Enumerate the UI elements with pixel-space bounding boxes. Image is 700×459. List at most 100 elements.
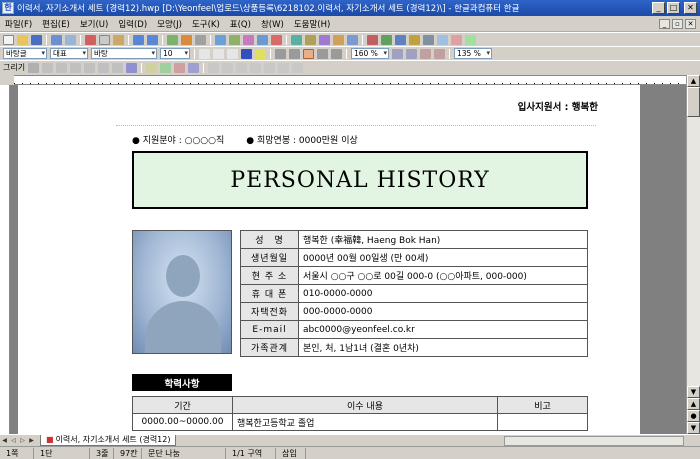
- menu-tools[interactable]: 도구(K): [187, 18, 225, 30]
- group-icon[interactable]: [208, 62, 220, 73]
- page-number-icon[interactable]: [347, 34, 358, 45]
- select-browse-button[interactable]: ●: [687, 410, 700, 422]
- status-insert-mode[interactable]: 삽입: [276, 447, 306, 459]
- numbering-icon[interactable]: [434, 48, 445, 59]
- maximize-button[interactable]: □: [667, 2, 680, 14]
- doc-restore-button[interactable]: ▫: [672, 18, 683, 29]
- find-icon[interactable]: [167, 34, 178, 45]
- document-tab[interactable]: ■ 이력서, 자기소개서 세트 (경력12): [40, 435, 177, 446]
- zoom-icon[interactable]: [395, 34, 406, 45]
- info-value[interactable]: abc0000@yeonfeel.co.kr: [298, 320, 588, 339]
- vertical-ruler[interactable]: [0, 85, 10, 434]
- last-tab-button[interactable]: ▶: [27, 436, 36, 445]
- paste-icon[interactable]: [113, 34, 124, 45]
- bookmark-icon[interactable]: [305, 34, 316, 45]
- picture-icon[interactable]: [243, 34, 254, 45]
- close-button[interactable]: ✕: [684, 2, 697, 14]
- scroll-down-button[interactable]: ▼: [687, 386, 700, 398]
- pen-icon[interactable]: [126, 62, 138, 73]
- options-icon[interactable]: [409, 34, 420, 45]
- menu-edit[interactable]: 편집(E): [37, 18, 75, 30]
- fill-color-icon[interactable]: [160, 62, 172, 73]
- minimize-button[interactable]: _: [652, 2, 665, 14]
- align-right-icon[interactable]: [317, 48, 328, 59]
- form-icon[interactable]: [437, 34, 448, 45]
- line-style-icon[interactable]: [188, 62, 200, 73]
- print-preview-icon[interactable]: [65, 34, 76, 45]
- textart-icon[interactable]: [146, 62, 158, 73]
- edu-content[interactable]: 행복한고등학교 졸업: [232, 413, 498, 431]
- arc-icon[interactable]: [84, 62, 96, 73]
- underline-icon[interactable]: [227, 48, 238, 59]
- macro-icon[interactable]: [423, 34, 434, 45]
- memo-icon[interactable]: [451, 34, 462, 45]
- horizontal-ruler[interactable]: [14, 75, 686, 85]
- menu-table[interactable]: 표(Q): [225, 18, 256, 30]
- next-tab-button[interactable]: ▷: [18, 436, 27, 445]
- menu-view[interactable]: 보기(U): [75, 18, 114, 30]
- open-folder-icon[interactable]: [17, 34, 28, 45]
- menu-help[interactable]: 도움말(H): [289, 18, 335, 30]
- menu-file[interactable]: 파일(F): [0, 18, 37, 30]
- shape-icon[interactable]: [271, 34, 282, 45]
- align-objects-icon[interactable]: [292, 62, 304, 73]
- style-combo[interactable]: 바탕글: [3, 48, 47, 59]
- new-document-icon[interactable]: [3, 34, 14, 45]
- track-changes-icon[interactable]: [465, 34, 476, 45]
- edu-period[interactable]: 0000.00~0000.00: [132, 413, 233, 431]
- select-arrow-icon[interactable]: [28, 62, 40, 73]
- font-combo[interactable]: 바탕: [91, 48, 157, 59]
- info-value[interactable]: 본인, 처, 1남1녀 (결혼 0년차): [298, 338, 588, 357]
- line-icon[interactable]: [42, 62, 54, 73]
- replace-icon[interactable]: [181, 34, 192, 45]
- font-color-icon[interactable]: [241, 48, 252, 59]
- footnote-icon[interactable]: [319, 34, 330, 45]
- zoom-combo[interactable]: 135 %: [454, 48, 492, 59]
- line-spacing-combo[interactable]: 160 %: [351, 48, 389, 59]
- horizontal-scrollbar[interactable]: [504, 435, 684, 446]
- header-icon[interactable]: [333, 34, 344, 45]
- undo-icon[interactable]: [133, 34, 144, 45]
- save-icon[interactable]: [31, 34, 42, 45]
- doc-close-button[interactable]: ✕: [685, 18, 696, 29]
- app-icon[interactable]: 한: [2, 2, 14, 14]
- copy-icon[interactable]: [99, 34, 110, 45]
- ellipse-icon[interactable]: [70, 62, 82, 73]
- info-value[interactable]: 서울시 ○○구 ○○로 00길 000-0 (○○아파트, 000-000): [298, 266, 588, 285]
- flip-icon[interactable]: [278, 62, 290, 73]
- prev-page-button[interactable]: ▲: [687, 398, 700, 410]
- info-value[interactable]: 0000년 00월 00일생 (만 00세): [298, 248, 588, 267]
- print-icon[interactable]: [51, 34, 62, 45]
- outdent-icon[interactable]: [406, 48, 417, 59]
- rotate-icon[interactable]: [264, 62, 276, 73]
- prev-tab-button[interactable]: ◁: [9, 436, 18, 445]
- rectangle-icon[interactable]: [56, 62, 68, 73]
- scroll-up-button[interactable]: ▲: [687, 75, 700, 87]
- edu-note[interactable]: [497, 413, 588, 431]
- italic-icon[interactable]: [213, 48, 224, 59]
- menu-format[interactable]: 모양(J): [152, 18, 187, 30]
- table-icon[interactable]: [215, 34, 226, 45]
- first-tab-button[interactable]: ◀: [0, 436, 9, 445]
- info-value[interactable]: 000-0000-0000: [298, 302, 588, 321]
- spellcheck-icon[interactable]: [195, 34, 206, 45]
- style-icon[interactable]: [367, 34, 378, 45]
- curve-icon[interactable]: [112, 62, 124, 73]
- menu-window[interactable]: 창(W): [256, 18, 289, 30]
- next-page-button[interactable]: ▼: [687, 422, 700, 434]
- send-back-icon[interactable]: [250, 62, 262, 73]
- highlight-icon[interactable]: [255, 48, 266, 59]
- align-justify-icon[interactable]: [275, 48, 286, 59]
- line-color-icon[interactable]: [174, 62, 186, 73]
- info-value[interactable]: 행복한 (幸福韓, Haeng Bok Han): [298, 230, 588, 249]
- doc-minimize-button[interactable]: _: [659, 18, 670, 29]
- textbox-icon[interactable]: [257, 34, 268, 45]
- cut-icon[interactable]: [85, 34, 96, 45]
- columns-icon[interactable]: [381, 34, 392, 45]
- info-value[interactable]: 010-0000-0000: [298, 284, 588, 303]
- align-center-icon[interactable]: [303, 48, 314, 59]
- chart-icon[interactable]: [229, 34, 240, 45]
- bold-icon[interactable]: [199, 48, 210, 59]
- scroll-thumb[interactable]: [687, 87, 700, 117]
- vertical-scrollbar[interactable]: ▲ ▼ ▲ ● ▼: [686, 75, 700, 434]
